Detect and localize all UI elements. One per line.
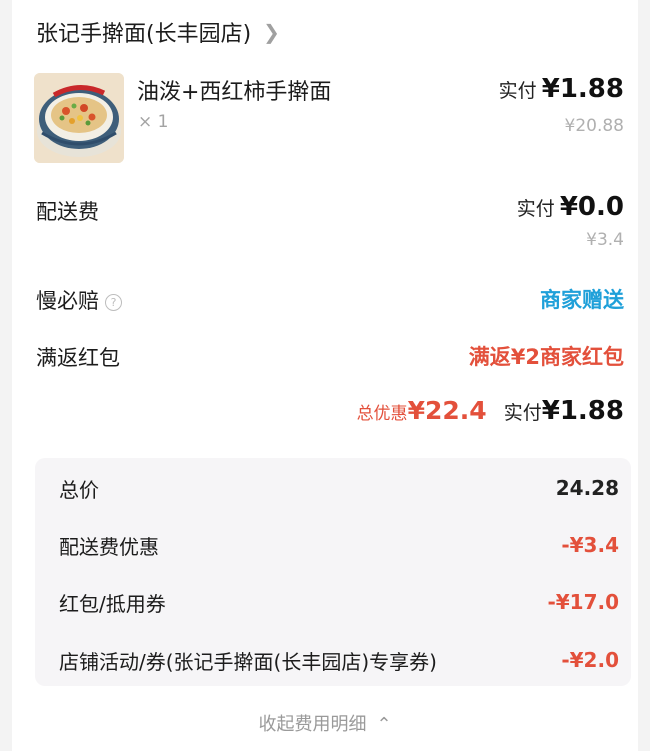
breakdown-row: 红包/抵用券 -¥17.0: [59, 586, 619, 618]
total-paid-value: ¥1.88: [541, 396, 624, 426]
delivery-original-price: ¥3.4: [586, 230, 624, 250]
collapse-label: 收起费用明细: [258, 714, 367, 735]
full-return-value: 满返¥2商家红包: [468, 345, 624, 369]
dish-paid: 实付 ¥1.88: [499, 74, 624, 104]
breakdown-row: 总价 24.28: [59, 472, 619, 504]
dish-quantity: × 1: [138, 112, 169, 132]
help-icon[interactable]: ?: [105, 294, 122, 311]
fee-breakdown-panel: 总价 24.28 配送费优惠 -¥3.4 红包/抵用券 -¥17.0 店铺活动/…: [35, 458, 631, 686]
delivery-paid-label: 实付: [516, 198, 555, 220]
breakdown-value: -¥17.0: [547, 590, 619, 614]
dish-paid-value: ¥1.88: [541, 74, 624, 104]
breakdown-value: -¥2.0: [561, 648, 619, 672]
breakdown-label: 配送费优惠: [59, 534, 159, 559]
dish-name: 油泼+西红柿手擀面: [137, 80, 332, 105]
order-summary: 总优惠¥22.4 实付¥1.88: [357, 396, 624, 426]
breakdown-label: 总价: [59, 477, 99, 502]
breakdown-label: 店铺活动/券(张记手擀面(长丰园店)专享券): [59, 649, 437, 674]
chevron-right-icon[interactable]: ❯: [263, 20, 280, 44]
delivery-paid-value: ¥0.0: [559, 192, 624, 222]
delivery-fee-label: 配送费: [36, 200, 99, 224]
slow-compensation-value: 商家赠送: [540, 288, 624, 312]
shop-header[interactable]: 张记手擀面(长丰园店) ❯: [36, 14, 280, 50]
chevron-up-icon: ⌃: [376, 714, 392, 735]
dish-image[interactable]: [34, 73, 124, 163]
total-discount-label: 总优惠: [356, 404, 408, 424]
full-return-label: 满返红包: [36, 346, 120, 370]
breakdown-value: 24.28: [555, 476, 619, 500]
order-fee-card: 张记手擀面(长丰园店) ❯ 油泼+西红柿手擀面 × 1 实付 ¥1.88 ¥20…: [12, 0, 638, 751]
delivery-paid: 实付 ¥0.0: [517, 192, 624, 222]
total-paid-label: 实付: [503, 402, 542, 424]
dish-original-price: ¥20.88: [564, 116, 624, 136]
breakdown-label: 红包/抵用券: [59, 591, 166, 616]
total-discount-value: ¥22.4: [407, 396, 487, 425]
dish-paid-label: 实付: [498, 80, 537, 102]
slow-compensation-row: 慢必赔?: [36, 285, 122, 315]
shop-name[interactable]: 张记手擀面(长丰园店): [36, 16, 251, 48]
breakdown-row: 店铺活动/券(张记手擀面(长丰园店)专享券) -¥2.0: [59, 644, 619, 676]
collapse-fee-details-button[interactable]: 收起费用明细 ⌃: [12, 710, 638, 736]
slow-compensation-label: 慢必赔: [36, 289, 99, 313]
breakdown-value: -¥3.4: [561, 533, 619, 557]
breakdown-row: 配送费优惠 -¥3.4: [59, 529, 619, 561]
